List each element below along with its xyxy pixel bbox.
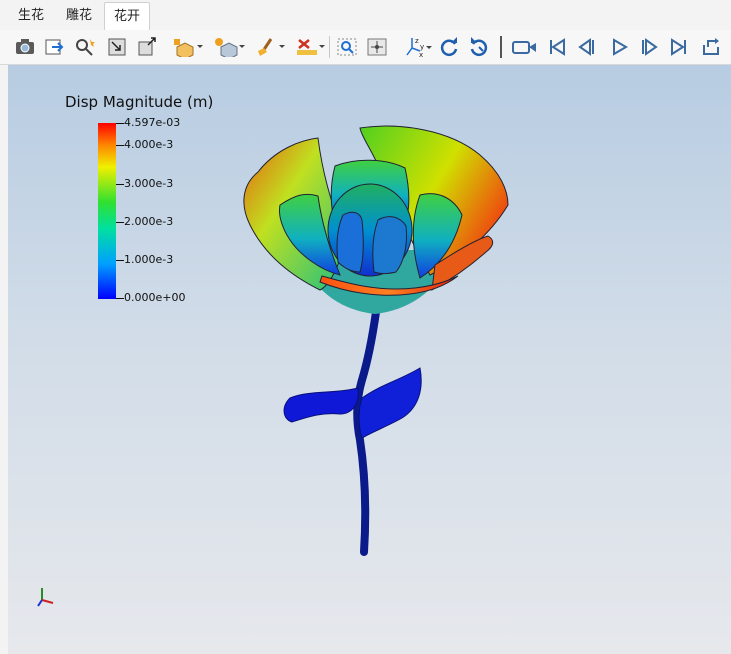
camera-icon[interactable] [12,35,38,59]
svg-text:x: x [419,51,423,58]
first-frame-icon[interactable] [544,35,570,59]
center-icon[interactable] [364,35,390,59]
svg-text:z: z [415,37,419,45]
tab-shenghua[interactable]: 生花 [8,2,54,30]
camera-record-icon[interactable] [510,35,540,59]
toolbar-separator-2 [500,36,502,58]
loop-icon[interactable] [698,35,724,59]
render-view[interactable]: Disp Magnitude (m) 4.597e-03 4.000e-3 3.… [8,65,731,654]
export-icon[interactable] [42,35,68,59]
tab-bar: 生花 雕花 花开 [0,0,731,31]
leaf-left [283,387,359,423]
prev-frame-icon[interactable] [574,35,600,59]
leaf-right [358,367,422,439]
tab-diaohua[interactable]: 雕花 [56,2,102,30]
reset-view-icon[interactable] [104,35,130,59]
zoom-to-selection-icon[interactable] [72,35,98,59]
toolbar: zyx [0,30,731,65]
representation-icon[interactable] [212,35,246,59]
toolbar-separator [329,36,330,58]
orientation-axes-icon [37,588,54,607]
zoom-box-icon[interactable] [334,35,360,59]
tab-huakai[interactable]: 花开 [104,2,150,31]
interaction-mode-icon[interactable] [170,35,204,59]
reset-bounds-icon[interactable] [134,35,160,59]
svg-text:y: y [420,43,424,51]
rotate-ccw-icon[interactable] [466,35,492,59]
clear-icon[interactable] [254,35,286,59]
next-frame-icon[interactable] [636,35,662,59]
flower-model[interactable] [8,65,731,654]
axes-orientation-icon[interactable]: zyx [402,35,432,59]
last-frame-icon[interactable] [666,35,692,59]
play-icon[interactable] [606,35,632,59]
rotate-cw-icon[interactable] [436,35,462,59]
ruler-icon[interactable] [294,35,326,59]
petal-inner-left [336,211,364,273]
